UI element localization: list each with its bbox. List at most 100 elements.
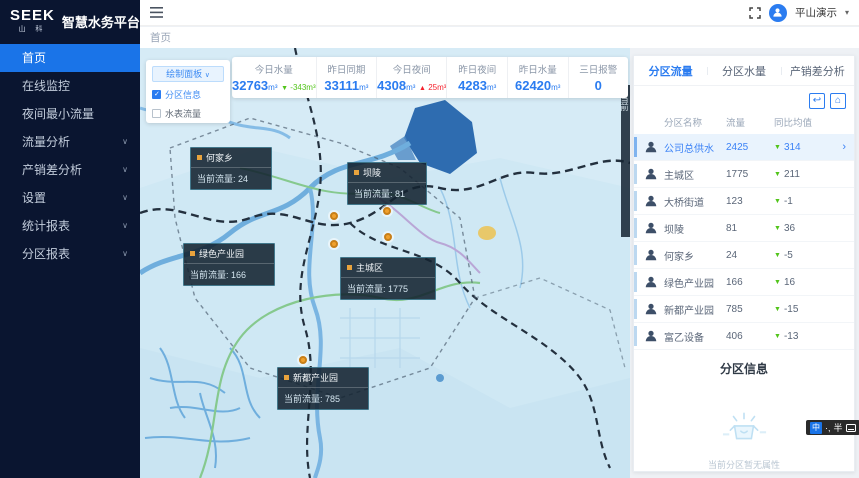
zone-delta: -15	[784, 304, 798, 315]
sidebar-collapse-icon[interactable]	[150, 7, 163, 18]
draw-panel-dropdown[interactable]: 绘制面板 ∨	[152, 66, 224, 82]
zone-flow: 123	[726, 196, 774, 207]
sidebar-item-settings[interactable]: 设置 ∨	[0, 184, 140, 212]
tab-zone-flow[interactable]: 分区流量	[634, 63, 707, 79]
sidebar-item-label: 首页	[22, 51, 46, 65]
trend-down-icon: ▼	[774, 225, 781, 232]
stat-value: 33111	[324, 78, 359, 93]
zone-delta: -1	[784, 196, 793, 207]
table-row[interactable]: 新都产业园 785 ▼-15	[634, 296, 854, 323]
trend-down-icon: ▼	[774, 306, 781, 313]
chevron-right-icon[interactable]: ›	[842, 141, 846, 153]
table-row[interactable]: 大桥街道 123 ▼-1	[634, 188, 854, 215]
zone-info-title: 分区信息	[634, 360, 854, 377]
tab-nrw-analysis[interactable]: 产销差分析	[781, 63, 854, 79]
stat-today-volume: 今日水量 32763m³ ▼ -343m³	[232, 57, 316, 98]
table-row[interactable]: 绿色产业园 166 ▼16	[634, 269, 854, 296]
stat-delta: 25m³	[428, 83, 446, 92]
zone-delta: 211	[784, 169, 800, 180]
sidebar-item-zone-reports[interactable]: 分区报表 ∨	[0, 240, 140, 268]
zone-name: 坝陵	[664, 221, 726, 236]
table-row[interactable]: 富乙设备 406 ▼-13	[634, 323, 854, 350]
tab-zone-volume[interactable]: 分区水量	[707, 63, 780, 79]
person-icon	[644, 302, 658, 316]
stat-value: 4283	[458, 78, 487, 93]
zone-dot-icon	[190, 251, 195, 256]
checkbox-unchecked-icon[interactable]	[152, 109, 161, 118]
chevron-down-icon: ∨	[122, 128, 128, 156]
checkbox-zone-info[interactable]: ✓ 分区信息	[152, 88, 224, 101]
chevron-down-icon: ∨	[122, 212, 128, 240]
tooltip-label: 当前流量:	[190, 270, 229, 280]
chevron-down-icon: ∨	[205, 72, 210, 79]
user-avatar[interactable]	[769, 4, 787, 22]
person-icon	[644, 140, 658, 154]
zone-flow: 166	[726, 277, 774, 288]
brand-logo: SEEK 山 科	[10, 8, 55, 34]
fullscreen-icon[interactable]	[749, 7, 761, 19]
trend-down-icon: ▼	[774, 198, 781, 205]
map-tooltip-main-city: 主城区 当前流量: 1775	[340, 257, 436, 300]
map-marker[interactable]	[330, 240, 338, 248]
sidebar-item-home[interactable]: 首页	[0, 44, 140, 72]
table-row[interactable]: 公司总供水 2425 ▼314 ›	[634, 134, 854, 161]
home-icon: ⌂	[835, 95, 841, 106]
zone-delta: -5	[784, 250, 793, 261]
sidebar-item-statistic-reports[interactable]: 统计报表 ∨	[0, 212, 140, 240]
table-row[interactable]: 主城区 1775 ▼211	[634, 161, 854, 188]
column-header-flow: 流量	[726, 115, 774, 129]
zone-delta: -13	[784, 331, 798, 342]
username-label[interactable]: 平山演示	[795, 5, 837, 20]
breadcrumb[interactable]: 首页	[150, 30, 171, 45]
map-marker[interactable]	[330, 212, 338, 220]
checkbox-meter-flow[interactable]: 水表流量	[152, 107, 224, 120]
undo-icon: ↩	[813, 95, 821, 106]
checkbox-checked-icon[interactable]: ✓	[152, 90, 161, 99]
caret-down-icon[interactable]: ▾	[845, 8, 849, 17]
stat-last-night-volume: 昨日夜间 4283m³	[446, 57, 507, 98]
stat-yesterday-same-period: 昨日同期 33111m³	[316, 57, 377, 98]
zone-flow: 406	[726, 331, 774, 342]
zone-flow: 2425	[726, 142, 774, 153]
trend-up-icon: ▲	[419, 85, 426, 92]
trend-down-icon: ▼	[774, 171, 781, 178]
sidebar-item-online-monitoring[interactable]: 在线监控	[0, 72, 140, 100]
column-header-yoy-mean: 同比均值	[774, 115, 834, 129]
app-logo: SEEK 山 科 智慧水务平台	[0, 0, 140, 42]
ime-mode-button[interactable]: 中	[810, 422, 822, 434]
topbar: 平山演示 ▾	[140, 0, 859, 26]
zone-name: 公司总供水	[664, 140, 726, 155]
stat-label: 昨日同期	[317, 62, 377, 76]
ime-punct-button[interactable]: ·,	[825, 423, 831, 433]
map-marker[interactable]	[383, 207, 391, 215]
tooltip-title: 新都产业园	[293, 371, 338, 384]
map-marker[interactable]	[299, 356, 307, 364]
home-button[interactable]: ⌂	[830, 93, 846, 109]
stat-value: 4308	[377, 78, 406, 93]
tooltip-value: 81	[395, 189, 405, 199]
zone-name: 绿色产业园	[664, 275, 726, 290]
map-marker[interactable]	[384, 233, 392, 241]
table-row[interactable]: 何家乡 24 ▼-5	[634, 242, 854, 269]
zone-name: 何家乡	[664, 248, 726, 263]
sidebar-item-flow-analysis[interactable]: 流量分析 ∨	[0, 128, 140, 156]
draw-panel: 绘制面板 ∨ ✓ 分区信息 水表流量	[146, 60, 230, 123]
stat-value: 62420	[515, 78, 551, 93]
zone-delta: 36	[784, 223, 795, 234]
tab-label: 分区水量	[722, 66, 766, 78]
sidebar-item-night-min-flow[interactable]: 夜间最小流量	[0, 100, 140, 128]
table-row[interactable]: 坝陵 81 ▼36	[634, 215, 854, 242]
zone-flow: 785	[726, 304, 774, 315]
zone-dot-icon	[347, 265, 352, 270]
sidebar-item-nrw-analysis[interactable]: 产销差分析 ∨	[0, 156, 140, 184]
ime-toolbar[interactable]: 中 ·, 半	[806, 420, 859, 435]
trend-down-icon: ▼	[281, 85, 288, 92]
draw-panel-dropdown-label: 绘制面板	[166, 69, 202, 79]
ime-width-button[interactable]: 半	[834, 421, 843, 434]
sidebar-item-label: 流量分析	[22, 135, 70, 149]
keyboard-icon[interactable]	[846, 424, 856, 432]
trend-down-icon: ▼	[774, 144, 781, 151]
undo-button[interactable]: ↩	[809, 93, 825, 109]
stat-unit: m³	[359, 83, 368, 92]
sidebar-item-label: 设置	[22, 191, 46, 205]
